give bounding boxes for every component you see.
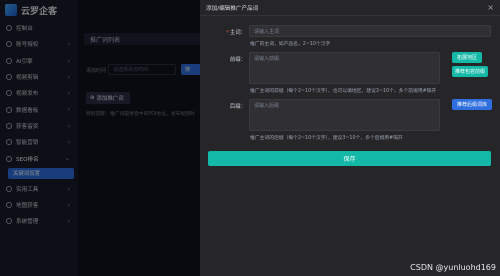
prefix-textarea[interactable]: 请输入前缀 <box>249 52 440 84</box>
main-word-label-text: 主词： <box>229 30 246 36</box>
close-icon[interactable]: × <box>487 3 494 12</box>
suffix-hint: 推广主词的后缀（每个2~10个汉字），建议3~10个，多个后缀用#隔开 <box>250 136 403 141</box>
modal-title: 添加/编辑推广产品词 <box>206 5 259 12</box>
main-word-hint: 推广的主词，如产品名，2~10个汉字 <box>250 42 331 47</box>
edit-keyword-modal: 添加/编辑推广产品词 × *主词： 请输入主词 推广的主词，如产品名，2~10个… <box>200 0 500 276</box>
suffix-label: 后缀： <box>229 104 246 110</box>
main-word-label: *主词： <box>206 28 246 36</box>
expand-region-button[interactable]: 拓展地区 <box>452 52 482 63</box>
main-word-input[interactable]: 请输入主词 <box>249 25 491 37</box>
app-root: 云罗企客 控制台 账号授权 › AI引擎 › 视频剪辑 › 视频发布 › 数据看板 › 获… <box>0 0 500 276</box>
suffix-textarea[interactable]: 请输入后缀 <box>249 99 440 131</box>
watermark: CSDN @yunluohd169 <box>410 263 496 272</box>
save-button[interactable]: 保存 <box>208 151 491 166</box>
required-marker: * <box>226 30 229 36</box>
modal-header: 添加/编辑推广产品词 <box>200 0 500 16</box>
prefix-hint: 推广主词的前缀（每个2~10个汉字），也可以填地区，建议3~10个，多个前缀用#… <box>250 89 437 94</box>
recommend-prefix-button[interactable]: 推荐包容前缀 <box>452 66 488 77</box>
prefix-label: 前缀： <box>229 57 246 63</box>
recommend-suffix-button[interactable]: 推荐后缀词库 <box>452 99 492 110</box>
